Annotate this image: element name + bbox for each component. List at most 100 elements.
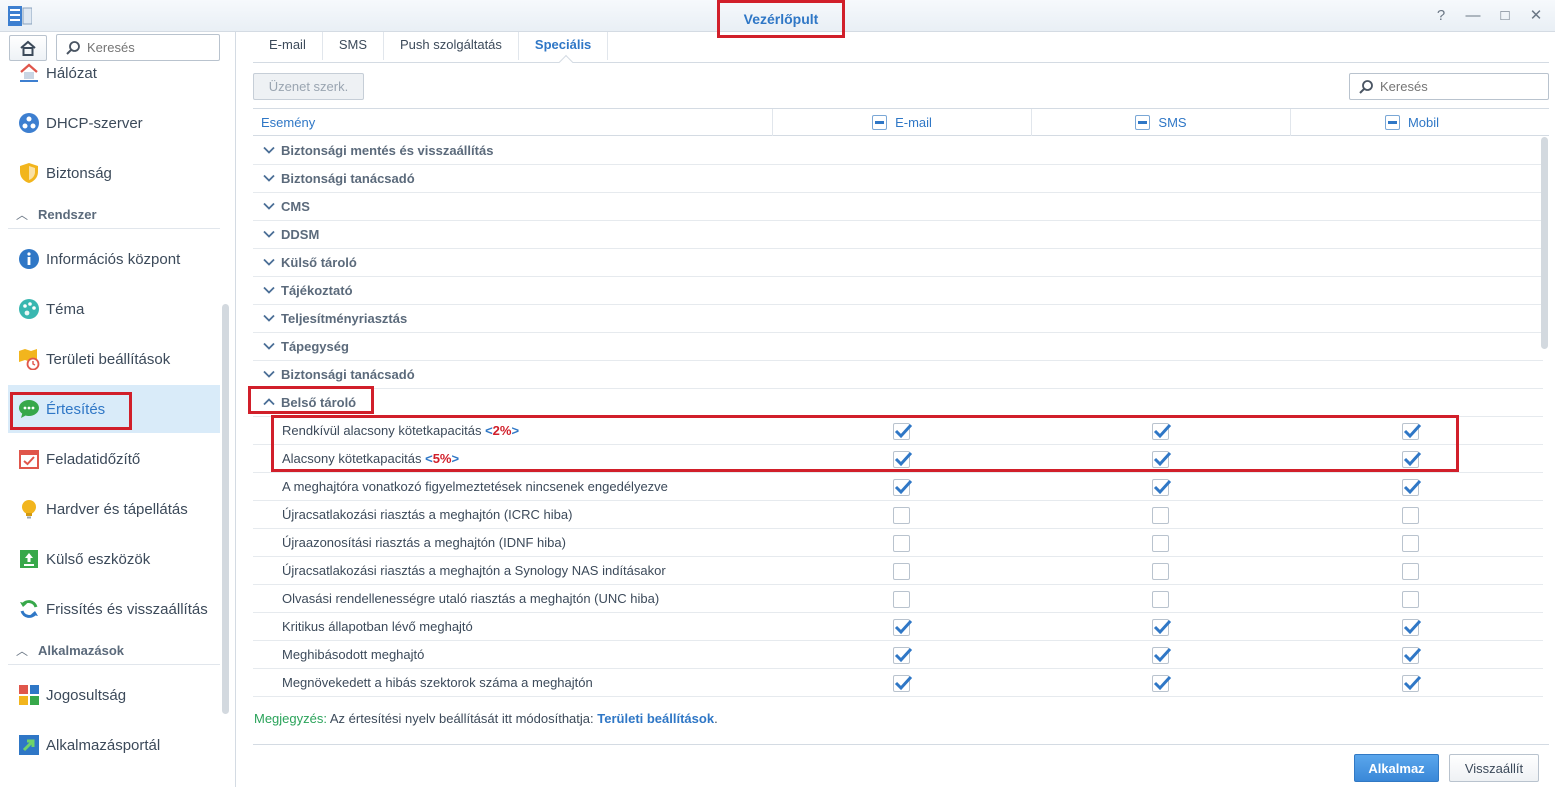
email-checkbox[interactable]	[893, 507, 910, 524]
group-row[interactable]: Tápegység	[253, 333, 1543, 361]
sms-checkbox[interactable]	[1152, 591, 1169, 608]
sms-checkbox[interactable]	[1152, 675, 1172, 692]
sidebar-group-label: Alkalmazások	[38, 643, 125, 658]
sms-checkbox[interactable]	[1152, 563, 1169, 580]
select-all-mobile-checkbox[interactable]	[1384, 115, 1400, 130]
group-row[interactable]: Külső tároló	[253, 249, 1543, 277]
select-all-email-checkbox[interactable]	[872, 115, 888, 130]
chevron-up-icon: ︿	[16, 208, 29, 222]
sms-checkbox[interactable]	[1152, 507, 1169, 524]
email-checkbox[interactable]	[893, 563, 910, 580]
header-mobile-label: Mobil	[1407, 115, 1440, 130]
tab-bar: E-mail SMS Push szolgáltatás Speciális	[253, 32, 609, 62]
email-checkbox[interactable]	[893, 479, 913, 496]
mobile-checkbox[interactable]	[1402, 563, 1419, 580]
sidebar-item-privileges[interactable]: Jogosultság	[8, 671, 220, 719]
shield-icon	[18, 162, 40, 184]
event-label: Újraazonosítási riasztás a meghajtón (ID…	[282, 535, 566, 550]
regional-icon	[18, 348, 40, 370]
sidebar-item-task-scheduler[interactable]: Feladatidőzítő	[8, 435, 220, 483]
close-icon[interactable]: ✕	[1526, 6, 1546, 26]
grid-header: Esemény E-mail SMS Mobil	[253, 109, 1549, 136]
group-row[interactable]: Biztonsági tanácsadó	[253, 361, 1543, 389]
sms-checkbox[interactable]	[1152, 647, 1172, 664]
select-all-sms-checkbox[interactable]	[1135, 115, 1151, 130]
email-checkbox[interactable]	[893, 535, 910, 552]
group-label: Külső tároló	[281, 255, 357, 270]
sms-checkbox[interactable]	[1152, 619, 1172, 636]
header-mobile[interactable]: Mobil	[1290, 109, 1533, 136]
event-row: A meghajtóra vonatkozó figyelmeztetések …	[253, 473, 1543, 501]
sidebar-item-hardware[interactable]: Hardver és tápellátás	[8, 485, 220, 533]
tab-push[interactable]: Push szolgáltatás	[384, 32, 519, 60]
chevron-down-icon	[263, 342, 275, 350]
chevron-down-icon	[263, 174, 275, 182]
note-label: Megjegyzés:	[254, 711, 327, 726]
group-row-expanded[interactable]: Belső tároló	[253, 389, 1543, 417]
regional-settings-link[interactable]: Területi beállítások	[597, 711, 714, 726]
mobile-checkbox[interactable]	[1402, 647, 1422, 664]
sidebar-group-applications[interactable]: ︿ Alkalmazások	[8, 637, 220, 665]
sidebar-item-security[interactable]: Biztonság	[8, 149, 220, 197]
chevron-up-icon: ︿	[16, 644, 29, 658]
email-checkbox[interactable]	[893, 591, 910, 608]
email-checkbox[interactable]	[893, 647, 913, 664]
sidebar-item-update-restore[interactable]: Frissítés és visszaállítás	[8, 585, 220, 633]
sidebar-item-theme[interactable]: Téma	[8, 285, 220, 333]
email-checkbox[interactable]	[893, 675, 913, 692]
event-grid: Esemény E-mail SMS Mobil Biztonsági ment…	[253, 108, 1549, 704]
group-row[interactable]: Tájékoztató	[253, 277, 1543, 305]
apply-button[interactable]: Alkalmaz	[1354, 754, 1439, 782]
maximize-icon[interactable]: □	[1495, 6, 1515, 26]
reset-button[interactable]: Visszaállít	[1449, 754, 1539, 782]
checkmark-icon	[894, 479, 913, 495]
mobile-checkbox[interactable]	[1402, 591, 1419, 608]
event-label: Újracsatlakozási riasztás a meghajtón (I…	[282, 507, 572, 522]
grid-scrollbar[interactable]	[1541, 137, 1548, 349]
footer-divider	[253, 744, 1549, 745]
group-row[interactable]: Teljesítményriasztás	[253, 305, 1543, 333]
mobile-checkbox[interactable]	[1402, 507, 1419, 524]
group-row[interactable]: CMS	[253, 193, 1543, 221]
mobile-checkbox[interactable]	[1402, 535, 1419, 552]
sidebar-item-app-portal[interactable]: Alkalmazásportál	[8, 721, 220, 769]
sidebar-item-dhcp[interactable]: DHCP-szerver	[8, 99, 220, 147]
event-name: Újraazonosítási riasztás a meghajtón (ID…	[282, 535, 566, 550]
email-checkbox[interactable]	[893, 619, 913, 636]
note-text: Az értesítési nyelv beállítását itt módo…	[329, 711, 594, 726]
tab-sms[interactable]: SMS	[323, 32, 385, 60]
highlight-notification	[10, 392, 132, 430]
sms-checkbox[interactable]	[1152, 535, 1169, 552]
palette-icon	[18, 298, 40, 320]
minimize-icon[interactable]: —	[1463, 6, 1483, 26]
header-event-label: Esemény	[261, 115, 316, 130]
language-note: Megjegyzés: Az értesítési nyelv beállítá…	[254, 711, 718, 726]
sms-checkbox[interactable]	[1152, 479, 1172, 496]
mobile-checkbox[interactable]	[1402, 619, 1422, 636]
help-icon[interactable]: ?	[1431, 6, 1451, 26]
sidebar-item-network[interactable]: Hálózat	[8, 49, 220, 97]
grid-search[interactable]	[1349, 73, 1549, 100]
event-label: Meghibásodott meghajtó	[282, 647, 424, 662]
sidebar-item-external-devices[interactable]: Külső eszközök	[8, 535, 220, 583]
dhcp-icon	[18, 112, 40, 134]
group-row[interactable]: Biztonsági tanácsadó	[253, 165, 1543, 193]
event-label: Újracsatlakozási riasztás a meghajtón a …	[282, 563, 666, 578]
mobile-checkbox[interactable]	[1402, 675, 1422, 692]
event-row: Újraazonosítási riasztás a meghajtón (ID…	[253, 529, 1543, 557]
group-label: Biztonsági mentés és visszaállítás	[281, 143, 494, 158]
sidebar-group-system[interactable]: ︿ Rendszer	[8, 201, 220, 229]
header-email[interactable]: E-mail	[772, 109, 1031, 136]
edit-message-button[interactable]: Üzenet szerk.	[253, 73, 364, 100]
grid-search-input[interactable]	[1380, 79, 1540, 94]
sidebar-item-info-center[interactable]: Információs központ	[8, 235, 220, 283]
checkmark-icon	[1403, 479, 1422, 495]
tab-email[interactable]: E-mail	[253, 32, 323, 60]
sidebar-item-regional[interactable]: Területi beállítások	[8, 335, 220, 383]
sidebar-scrollbar[interactable]	[222, 304, 229, 714]
header-sms[interactable]: SMS	[1031, 109, 1290, 136]
group-row[interactable]: DDSM	[253, 221, 1543, 249]
header-event[interactable]: Esemény	[253, 109, 772, 136]
mobile-checkbox[interactable]	[1402, 479, 1422, 496]
group-row[interactable]: Biztonsági mentés és visszaállítás	[253, 137, 1543, 165]
